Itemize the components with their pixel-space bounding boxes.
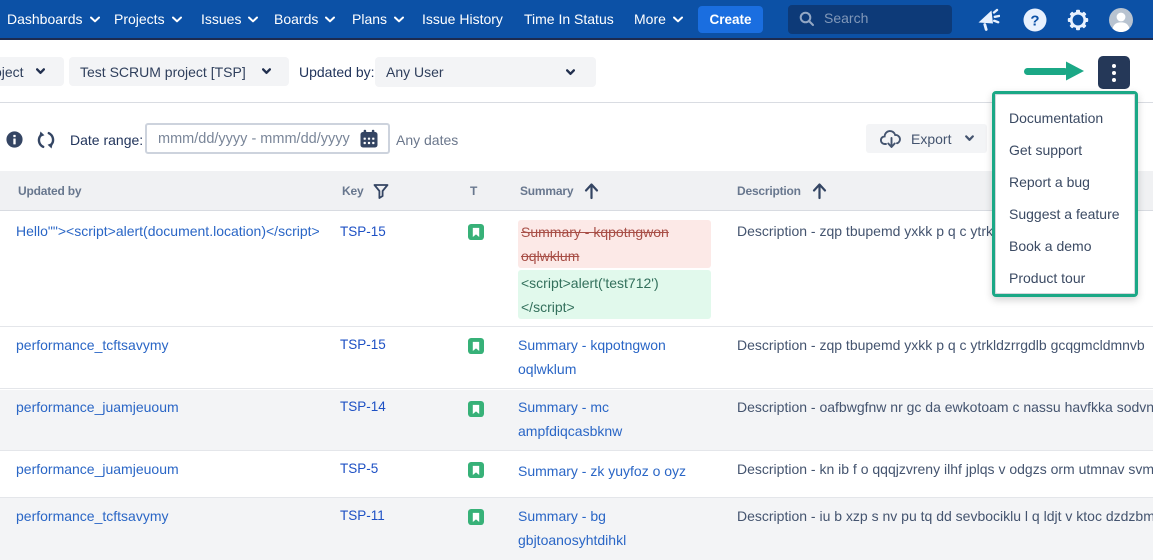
svg-text:?: ? [1030, 13, 1039, 30]
